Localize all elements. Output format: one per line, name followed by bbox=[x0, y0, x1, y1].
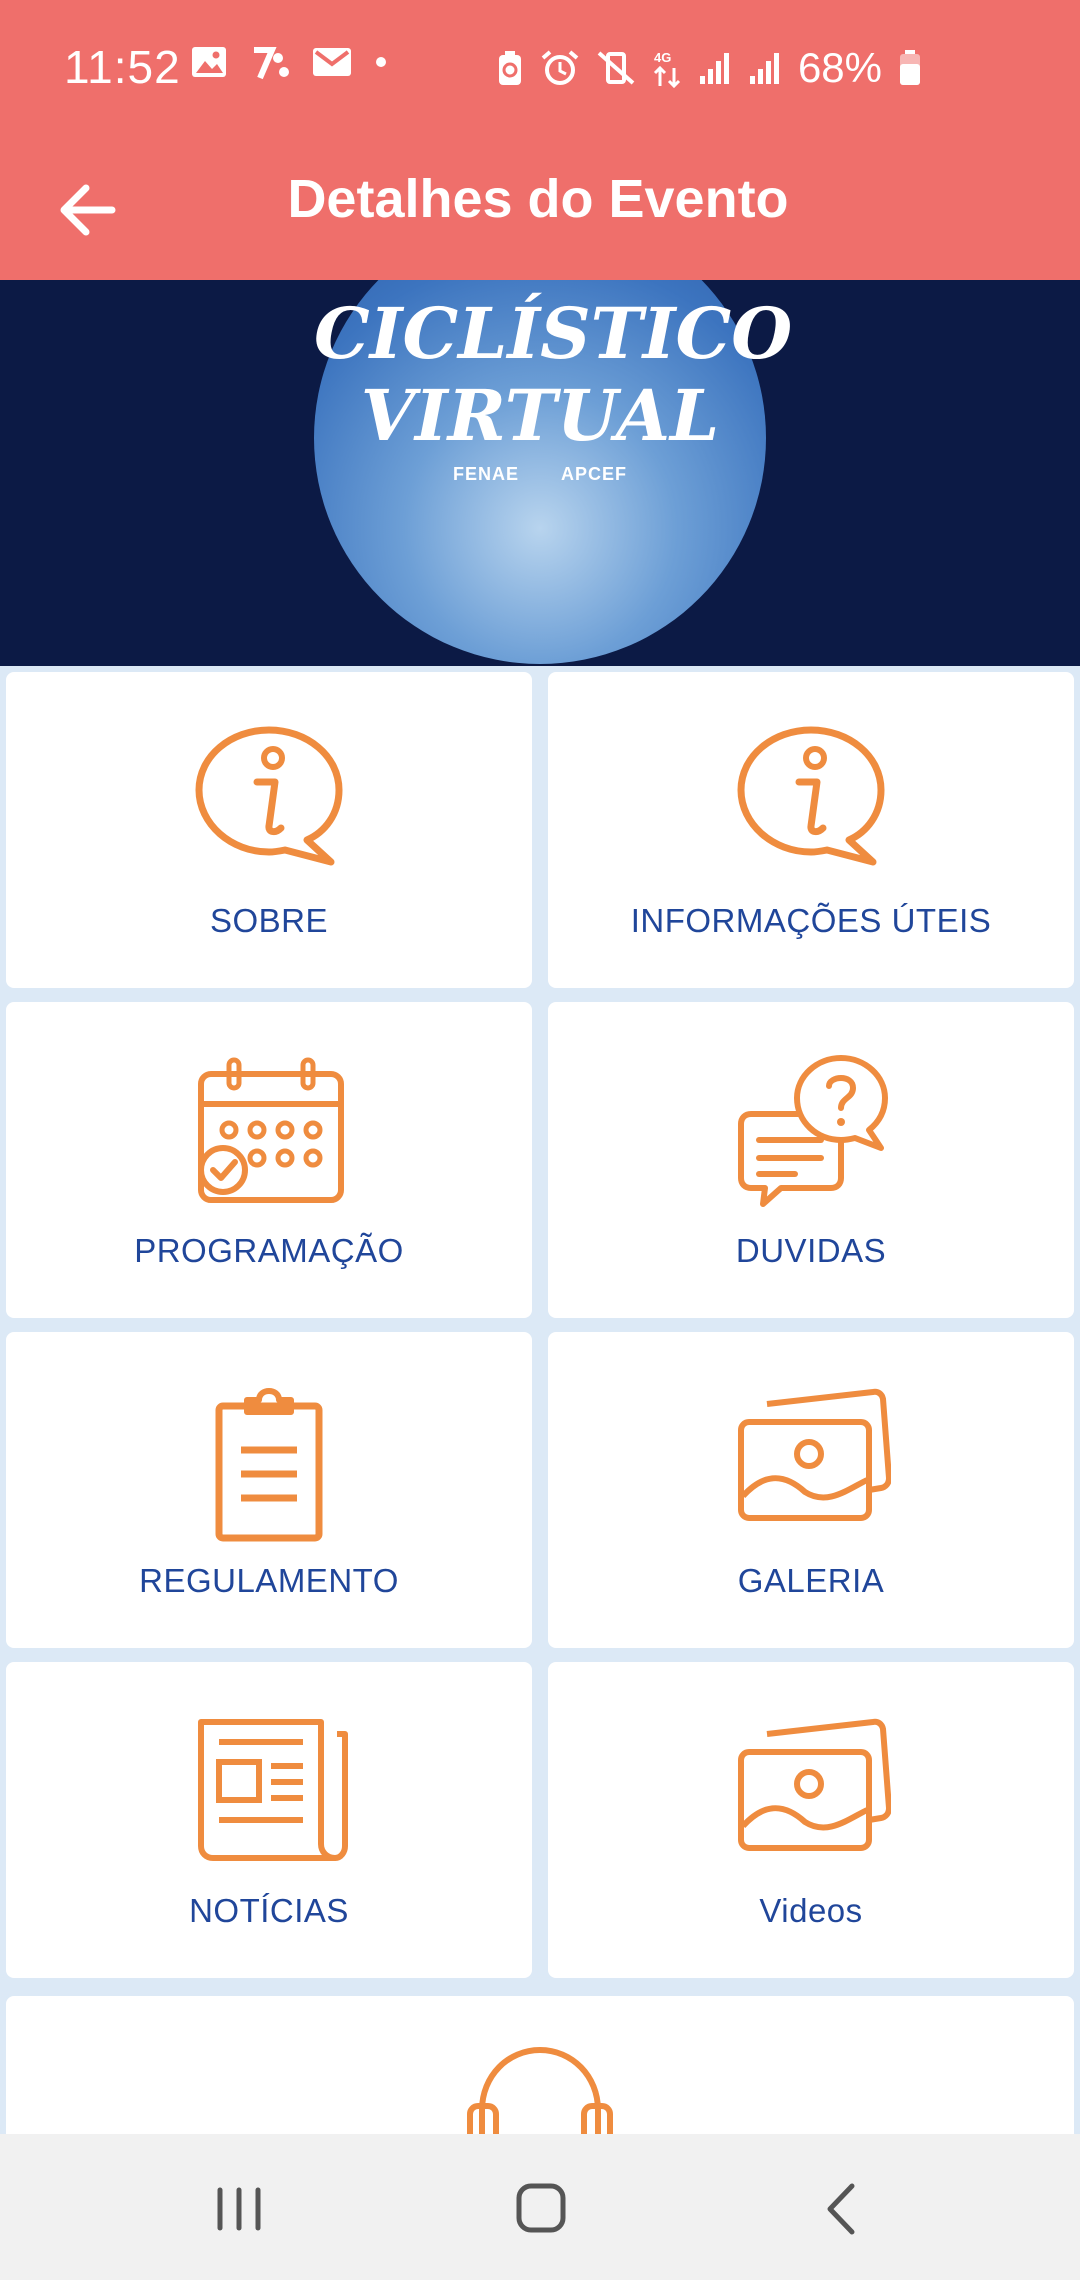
clipboard-icon bbox=[215, 1388, 323, 1542]
menu-label-informacoes-uteis: INFORMAÇÕES ÚTEIS bbox=[630, 902, 992, 939]
battery-percentage: 68% bbox=[797, 44, 882, 91]
banner-text-line3: VIRTUAL bbox=[360, 374, 720, 457]
menu-card-programacao[interactable]: PROGRAMAÇÃO bbox=[6, 1002, 532, 1318]
headphones-icon bbox=[467, 2046, 613, 2140]
vibrate-mute-icon bbox=[597, 51, 635, 85]
newspaper-icon bbox=[198, 1719, 348, 1861]
sponsor-logos: FENAE APCEF bbox=[314, 464, 766, 485]
menu-card-sobre[interactable]: SOBRE bbox=[6, 672, 532, 988]
banner-text-line1: E PASSEIO bbox=[314, 280, 766, 288]
menu-label-sobre: SOBRE bbox=[209, 902, 329, 939]
question-chat-icon bbox=[738, 1055, 888, 1207]
menu-label-galeria: GALERIA bbox=[737, 1562, 885, 1599]
event-logo-circle: E PASSEIO CICLÍSTICO VIRTUAL FENAE APCEF bbox=[314, 280, 793, 664]
info-speech-bubble-icon bbox=[195, 726, 343, 866]
svg-text:4G: 4G bbox=[654, 50, 671, 65]
mobile-data-icon: 4G bbox=[653, 50, 680, 88]
menu-label-programacao: PROGRAMAÇÃO bbox=[134, 1232, 404, 1269]
menu-label-regulamento: REGULAMENTO bbox=[139, 1562, 399, 1599]
menu-card-regulamento[interactable]: REGULAMENTO bbox=[6, 1332, 532, 1648]
status-system-icons: 4G 68% bbox=[496, 44, 922, 92]
image-icon bbox=[192, 47, 226, 77]
event-banner: E PASSEIO CICLÍSTICO VIRTUAL FENAE APCEF bbox=[0, 280, 1080, 666]
sponsor-logo-apcef: APCEF bbox=[561, 464, 628, 484]
recent-apps-icon[interactable] bbox=[194, 2174, 284, 2244]
home-icon[interactable] bbox=[496, 2174, 586, 2244]
dot-icon bbox=[376, 57, 386, 67]
system-nav-bar bbox=[0, 2134, 1080, 2280]
mail-icon bbox=[313, 48, 351, 76]
signal-icon-2 bbox=[749, 53, 779, 84]
menu-label-noticias: NOTÍCIAS bbox=[189, 1892, 349, 1929]
menu-card-galeria[interactable]: GALERIA bbox=[548, 1332, 1074, 1648]
banner-text-line2: CICLÍSTICO bbox=[314, 292, 793, 375]
status-bar: 11:52 4G 68% bbox=[0, 0, 1080, 140]
sponsor-logo-fenae: FENAE bbox=[452, 464, 519, 484]
menu-card-duvidas[interactable]: DUVIDAS bbox=[548, 1002, 1074, 1318]
page-title-container: Detalhes do Evento bbox=[0, 168, 1080, 230]
menu-card-videos[interactable]: Videos bbox=[548, 1662, 1074, 1978]
status-notification-icons bbox=[190, 44, 388, 80]
alarm-icon bbox=[541, 50, 579, 85]
calendar-icon bbox=[198, 1057, 344, 1203]
battery-icon bbox=[900, 50, 920, 85]
battery-saver-icon bbox=[498, 51, 521, 85]
menu-label-videos: Videos bbox=[759, 1892, 863, 1929]
menu-card-noticias[interactable]: NOTÍCIAS bbox=[6, 1662, 532, 1978]
menu-card-informacoes-uteis[interactable]: INFORMAÇÕES ÚTEIS bbox=[548, 672, 1074, 988]
menu-label-duvidas: DUVIDAS bbox=[735, 1232, 887, 1269]
gallery-icon bbox=[738, 1718, 891, 1851]
signal-icon bbox=[699, 53, 729, 84]
status-time: 11:52 bbox=[64, 41, 181, 93]
back-nav-icon[interactable] bbox=[798, 2174, 888, 2244]
percent-app-icon bbox=[254, 47, 289, 80]
gallery-icon bbox=[738, 1388, 891, 1521]
page-title: Detalhes do Evento bbox=[287, 169, 789, 229]
info-speech-bubble-icon bbox=[737, 726, 885, 866]
